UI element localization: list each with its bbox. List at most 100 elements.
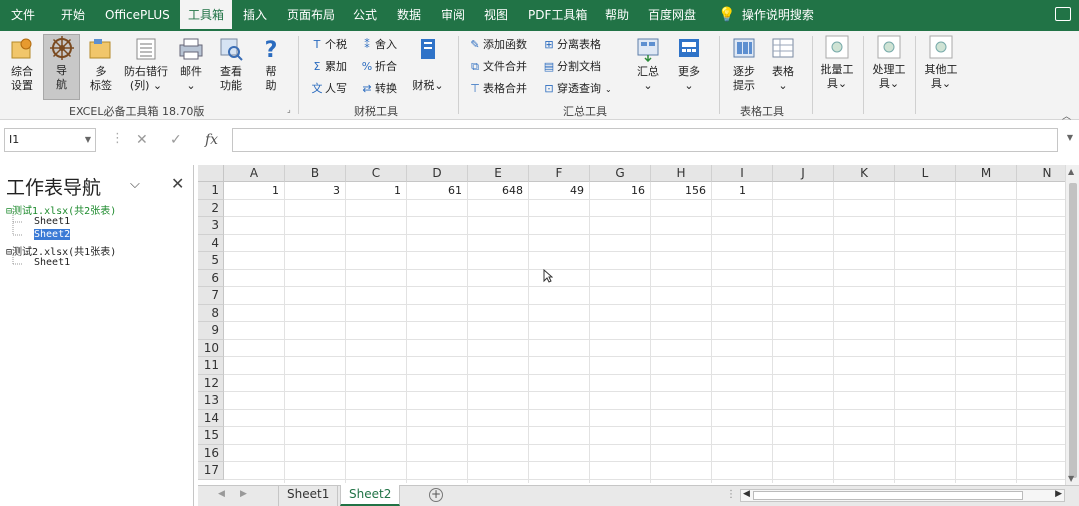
anti-misalign-button[interactable]: 防右错行 (列) ⌄ (121, 36, 171, 100)
row-header[interactable]: 15 (198, 427, 224, 445)
scroll-thumb[interactable] (1069, 183, 1077, 478)
row-header[interactable]: 4 (198, 234, 224, 252)
scroll-down-icon[interactable]: ▼ (1068, 474, 1074, 483)
scroll-thumb[interactable] (753, 491, 1023, 500)
column-header[interactable]: M (956, 165, 1017, 182)
comments-icon[interactable] (1055, 7, 1071, 21)
navigation-button[interactable]: 导 航 (43, 34, 80, 100)
column-header[interactable]: A (224, 165, 285, 182)
cell-g1[interactable]: 16 (590, 182, 651, 199)
chevron-down-icon[interactable]: ▼ (85, 129, 91, 151)
formula-bar-grip[interactable]: ⋮ (111, 131, 124, 146)
split-document-button[interactable]: ▤ 分割文档 (543, 58, 601, 76)
row-header[interactable]: 5 (198, 252, 224, 270)
rounding-button[interactable]: ⁑ 舍入 (361, 36, 397, 54)
tab-help[interactable]: 帮助 (605, 0, 629, 31)
table-button[interactable]: 表格 ⌄ (767, 36, 799, 100)
row-header[interactable]: 8 (198, 304, 224, 322)
finance-tax-button[interactable]: 财税⌄ (410, 36, 446, 100)
personal-tax-button[interactable]: T 个税 (311, 36, 347, 54)
row-header[interactable]: 17 (198, 462, 224, 480)
row-header[interactable]: 9 (198, 322, 224, 340)
batch-tools-button[interactable]: 批量工 具⌄ (816, 34, 858, 100)
cell-b1[interactable]: 3 (285, 182, 346, 199)
tree-sheet-item[interactable]: Sheet1 (34, 216, 70, 227)
step-hint-button[interactable]: 逐步 提示 (728, 36, 760, 100)
mail-button[interactable]: 邮件 ⌄ (174, 36, 208, 100)
vertical-scrollbar[interactable]: ▲ ▼ (1065, 165, 1079, 485)
close-icon[interactable]: ✕ (171, 174, 184, 193)
tab-home[interactable]: 开始 (61, 0, 85, 31)
tab-review[interactable]: 审阅 (441, 0, 465, 31)
tab-view[interactable]: 视图 (484, 0, 508, 31)
horizontal-scrollbar[interactable]: ◀ ▶ (740, 489, 1065, 502)
enter-icon[interactable]: ✓ (170, 128, 182, 152)
more-button[interactable]: 更多 ⌄ (673, 36, 705, 100)
cell-i1[interactable]: 1 (712, 182, 773, 199)
column-header[interactable]: K (834, 165, 895, 182)
tab-officeplus[interactable]: OfficePLUS (105, 0, 170, 31)
cancel-icon[interactable]: ✕ (136, 128, 148, 152)
tab-insert[interactable]: 插入 (243, 0, 267, 31)
tab-pdf-toolbox[interactable]: PDF工具箱 (528, 0, 587, 31)
tree-sheet-item[interactable]: Sheet1 (34, 257, 70, 268)
scroll-up-icon[interactable]: ▲ (1068, 167, 1074, 176)
formula-input[interactable] (232, 128, 1058, 152)
convert-button[interactable]: ⇄ 转换 (361, 80, 397, 98)
tab-file[interactable]: 文件 (11, 0, 35, 31)
sheet-tab-sheet1[interactable]: Sheet1 (278, 485, 339, 506)
row-header[interactable]: 2 (198, 199, 224, 217)
column-header[interactable]: B (285, 165, 346, 182)
row-header[interactable]: 3 (198, 217, 224, 235)
column-header[interactable]: H (651, 165, 712, 182)
tab-page-layout[interactable]: 页面布局 (287, 0, 335, 31)
cell-c1[interactable]: 1 (346, 182, 407, 199)
discount-button[interactable]: % 折合 (361, 58, 397, 76)
file-merge-button[interactable]: ⧉ 文件合并 (469, 58, 527, 76)
column-header[interactable]: J (773, 165, 834, 182)
name-box[interactable]: I1 ▼ (4, 128, 96, 152)
scroll-right-icon[interactable]: ▶ (1055, 489, 1062, 499)
row-header[interactable]: 11 (198, 357, 224, 375)
view-function-button[interactable]: 查看 功能 (215, 36, 247, 100)
summarize-button[interactable]: 汇总 ⌄ (632, 36, 664, 100)
column-header[interactable]: D (407, 165, 468, 182)
scroll-left-icon[interactable]: ◀ (743, 489, 750, 499)
tab-toolbox[interactable]: 工具箱 (180, 0, 233, 31)
help-button[interactable]: ? 帮 助 (256, 36, 286, 100)
sheet-tab-sheet2[interactable]: Sheet2 (340, 485, 401, 506)
other-tools-button[interactable]: 其他工 具⌄ (920, 34, 962, 100)
row-header[interactable]: 1 (198, 182, 224, 200)
column-header[interactable]: N (1017, 165, 1065, 182)
column-header[interactable]: E (468, 165, 529, 182)
next-sheet-icon[interactable]: ▶ (240, 489, 247, 499)
collapse-ribbon-icon[interactable]: ︿ (1062, 109, 1071, 122)
add-function-button[interactable]: ✎ 添加函数 (469, 36, 527, 54)
cell-f1[interactable]: 49 (529, 182, 590, 199)
cell-e1[interactable]: 648 (468, 182, 529, 199)
row-header[interactable]: 10 (198, 339, 224, 357)
tab-formulas[interactable]: 公式 (353, 0, 377, 31)
uppercase-button[interactable]: 文人写 (311, 80, 348, 98)
add-sheet-icon[interactable]: + (429, 488, 443, 502)
tree-file-test2[interactable]: ⊟测试2.xlsx(共1张表) (6, 243, 116, 258)
multi-tabs-button[interactable]: 多 标签 (86, 36, 116, 100)
insert-function-icon[interactable]: fx (205, 128, 218, 152)
dialog-launcher-icon[interactable]: ⌟ (287, 105, 291, 114)
row-header[interactable]: 14 (198, 409, 224, 427)
column-header[interactable]: I (712, 165, 773, 182)
drill-query-button[interactable]: ⊡ 穿透查询 ⌄ (543, 80, 611, 98)
table-merge-button[interactable]: ⊤ 表格合并 (469, 80, 527, 98)
select-all-corner[interactable] (198, 165, 224, 182)
column-header[interactable]: F (529, 165, 590, 182)
row-header[interactable]: 16 (198, 444, 224, 462)
row-header[interactable]: 6 (198, 269, 224, 287)
cell-a1[interactable]: 1 (224, 182, 285, 199)
tab-baidu-netdisk[interactable]: 百度网盘 (648, 0, 696, 31)
row-header[interactable]: 7 (198, 287, 224, 305)
tab-split-handle[interactable]: ⋮ (726, 489, 736, 500)
expand-formula-icon[interactable]: ▼ (1067, 133, 1073, 142)
tell-me-search[interactable]: 💡 操作说明搜索 (716, 0, 814, 31)
split-table-button[interactable]: ⊞ 分离表格 (543, 36, 601, 54)
column-header[interactable]: L (895, 165, 956, 182)
